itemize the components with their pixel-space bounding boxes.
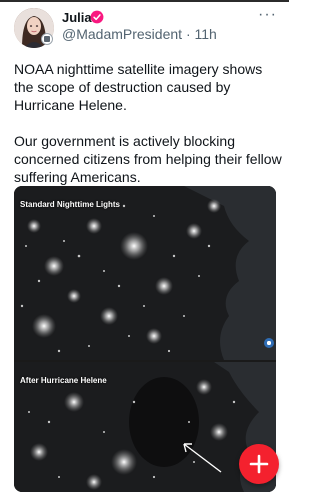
post-text: NOAA nighttime satellite imagery shows t… [14, 60, 282, 204]
post-media[interactable]: Standard Nighttime Lights After Hurrican… [14, 186, 276, 492]
plus-icon [249, 454, 269, 474]
post-paragraph: Our government is actively blocking conc… [14, 133, 282, 185]
author-name[interactable]: Julia [62, 10, 92, 25]
compose-button[interactable] [239, 444, 279, 484]
more-options-button[interactable]: ··· [258, 6, 277, 24]
avatar-badge-icon [41, 33, 53, 45]
night-lights-map-before [14, 186, 276, 360]
post-time[interactable]: 11h [195, 26, 217, 42]
more-horizontal-icon: ··· [258, 6, 277, 23]
panel-label-after: After Hurricane Helene [20, 376, 107, 385]
author-handle[interactable]: @MadamPresident [62, 26, 182, 42]
panel-label-before: Standard Nighttime Lights [20, 200, 120, 209]
satellite-image-before[interactable]: Standard Nighttime Lights [14, 186, 276, 360]
post-meta: @MadamPresident · 11h [62, 26, 217, 42]
verified-badge-icon [90, 10, 104, 24]
post-paragraph: NOAA nighttime satellite imagery shows t… [14, 61, 263, 113]
noaa-logo-icon [264, 338, 274, 348]
meta-separator: · [185, 26, 191, 42]
satellite-image-after[interactable]: After Hurricane Helene [14, 362, 276, 492]
top-divider [0, 0, 289, 2]
